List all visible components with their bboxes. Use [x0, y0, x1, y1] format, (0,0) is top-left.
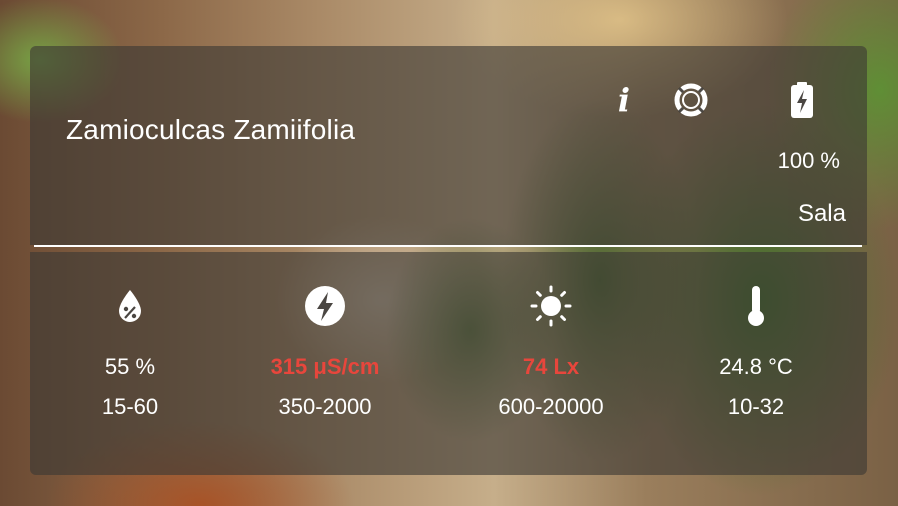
room-name: Sala — [797, 200, 846, 227]
divider — [34, 245, 862, 247]
conductivity-range: 350-2000 — [278, 394, 372, 419]
light-value: 74 Lx — [522, 354, 580, 379]
metric-light: 74 Lx 600-20000 — [461, 284, 641, 420]
moisture-value: 55 % — [104, 354, 156, 379]
water-drop-percent-icon — [40, 284, 220, 328]
battery-level-text: 100 % — [777, 148, 840, 173]
lifebuoy-icon[interactable] — [672, 82, 710, 118]
moisture-range: 15-60 — [101, 394, 159, 419]
light-range: 600-20000 — [498, 394, 604, 419]
info-icon[interactable]: i — [605, 81, 643, 119]
metric-conductivity: 315 μS/cm 350-2000 — [235, 284, 415, 420]
battery-charging-icon[interactable] — [783, 82, 821, 118]
metric-moisture: 55 % 15-60 — [40, 284, 220, 420]
thermometer-icon — [666, 284, 846, 328]
metric-temperature: 24.8 °C 10-32 — [666, 284, 846, 420]
temperature-value: 24.8 °C — [719, 354, 793, 379]
temperature-range: 10-32 — [727, 394, 785, 419]
sun-icon — [461, 284, 641, 328]
conductivity-value: 315 μS/cm — [270, 354, 380, 379]
lightning-bolt-icon — [235, 284, 415, 328]
plant-name: Zamioculcas Zamiifolia — [66, 114, 356, 145]
